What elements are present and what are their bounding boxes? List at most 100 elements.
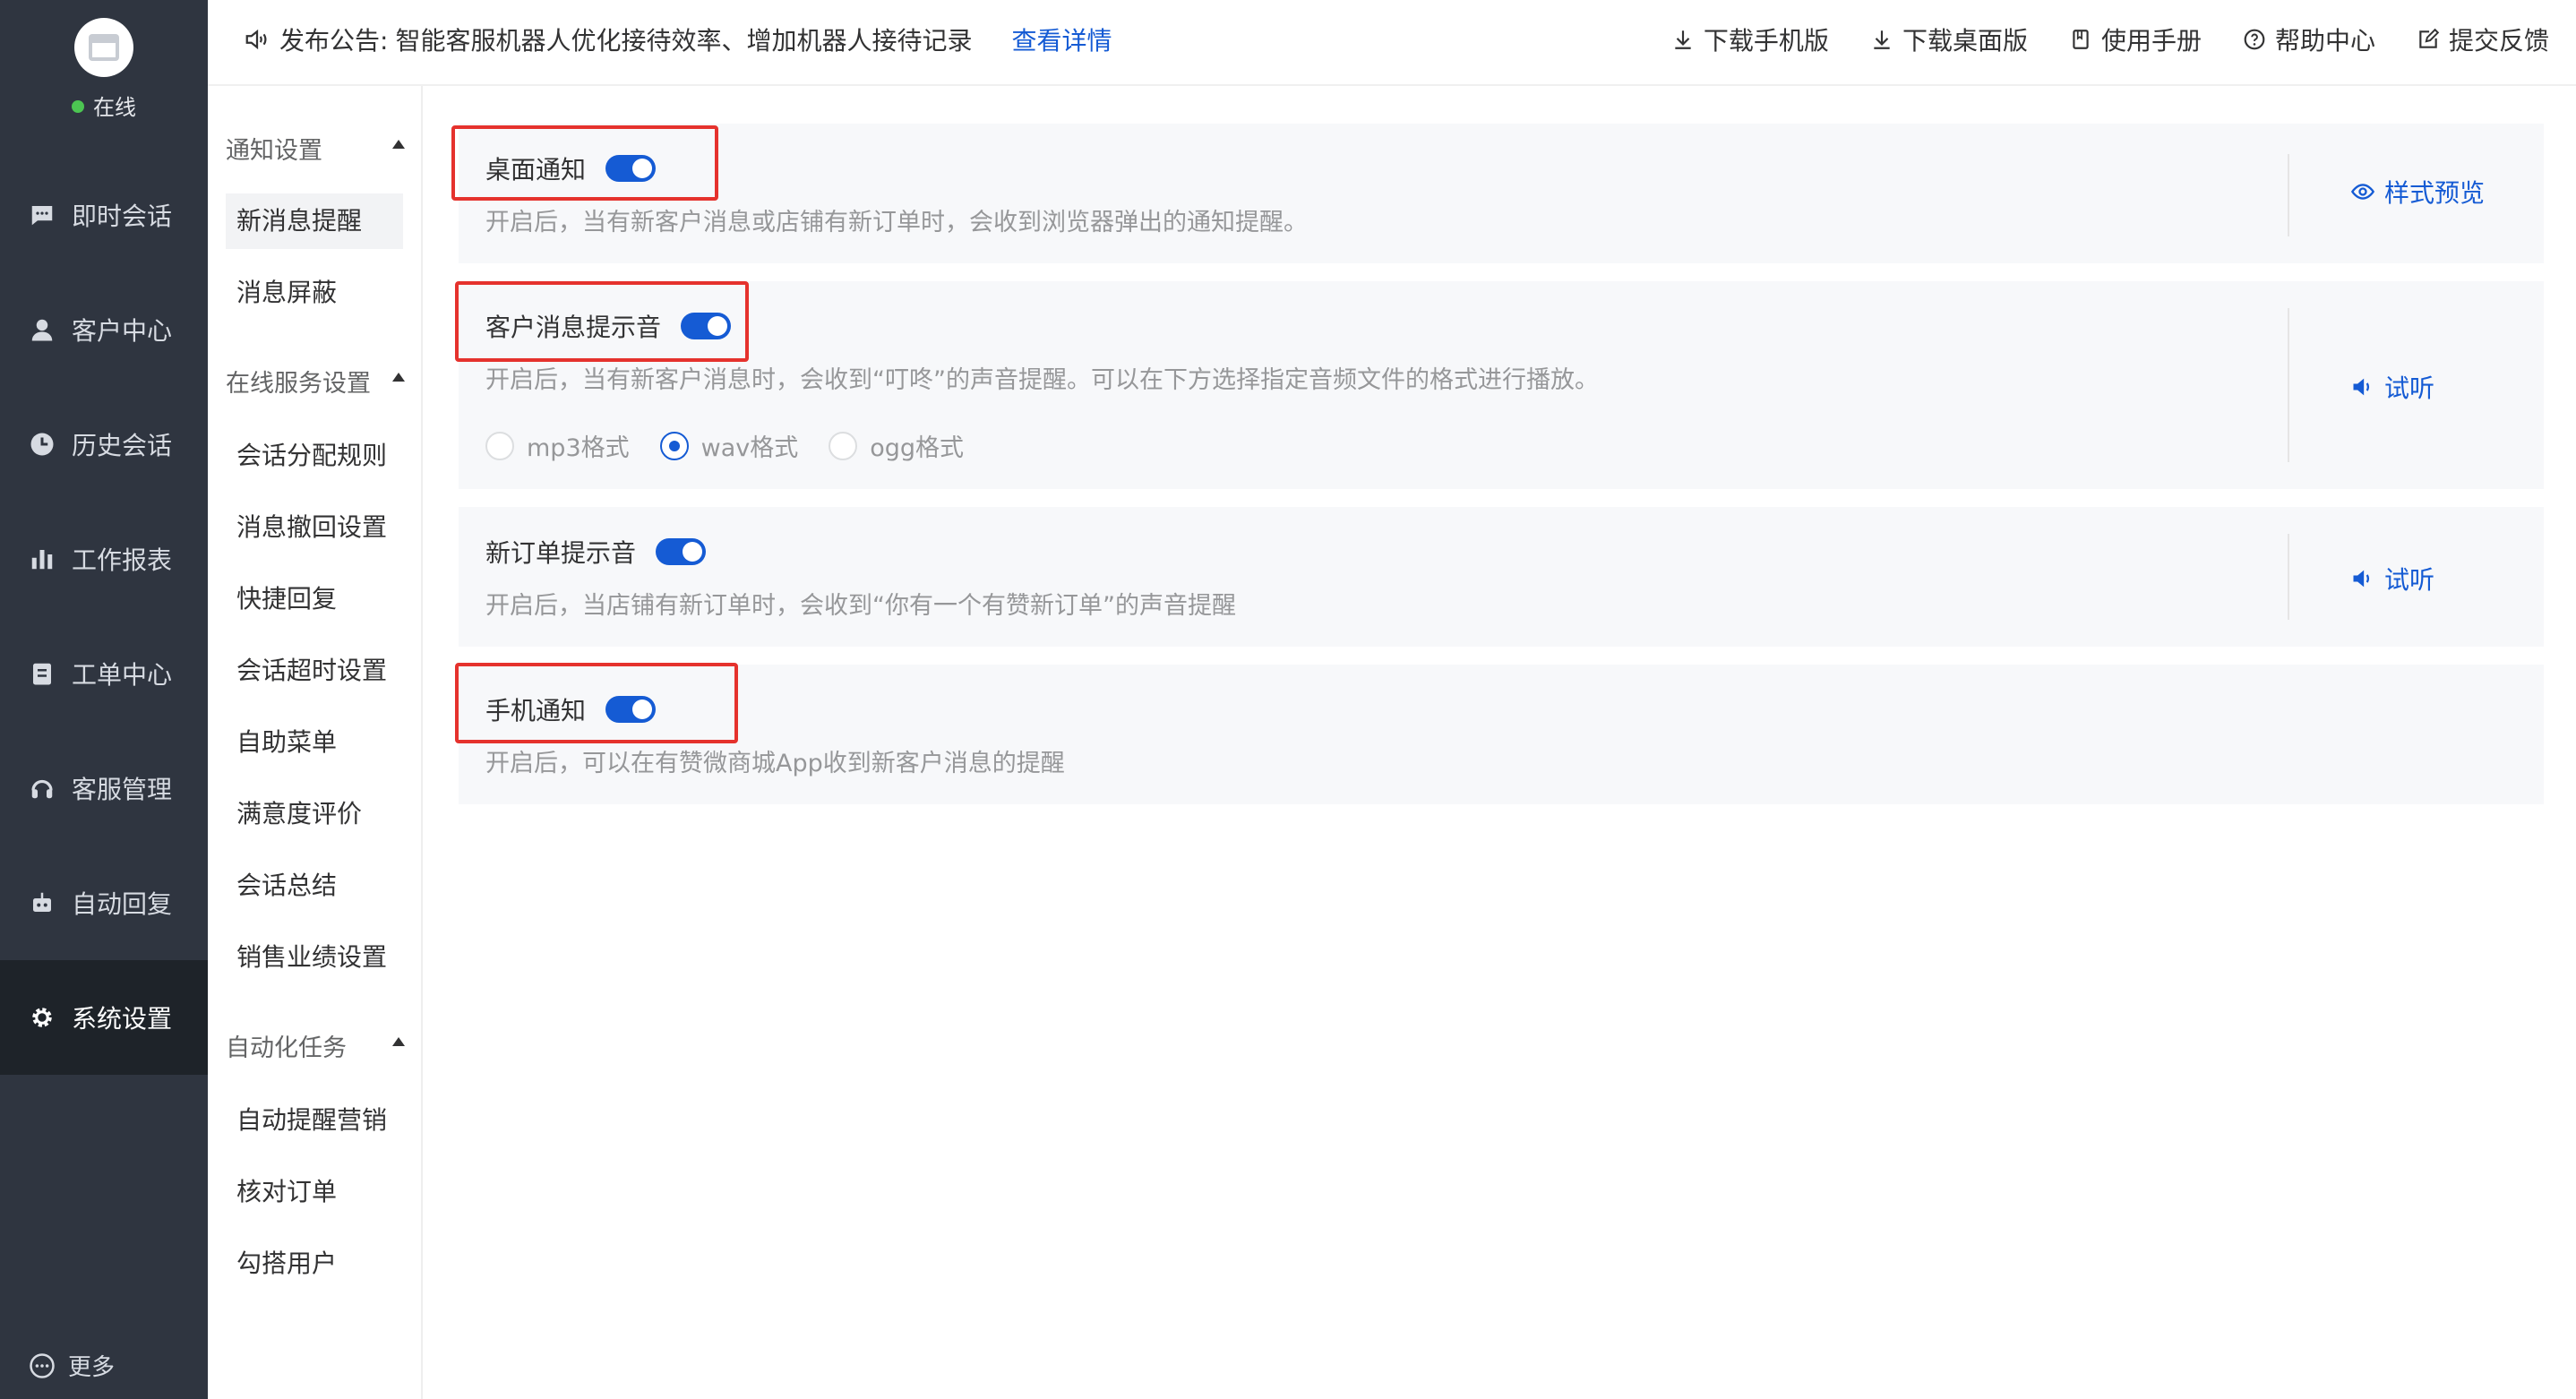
format-radio-mp3[interactable]: mp3格式 bbox=[485, 428, 630, 463]
download-mobile-link[interactable]: 下载手机版 bbox=[1671, 21, 1829, 57]
caret-up-icon bbox=[392, 1037, 405, 1046]
nav-item-customers[interactable]: 客户中心 bbox=[0, 272, 208, 387]
subnav-item-quick-reply[interactable]: 快捷回复 bbox=[226, 571, 403, 627]
subnav-item-auto-marketing[interactable]: 自动提醒营销 bbox=[226, 1093, 403, 1148]
link-label: 帮助中心 bbox=[2274, 26, 2375, 56]
radio-label: mp3格式 bbox=[527, 434, 630, 462]
store-icon bbox=[89, 34, 119, 61]
settings-subnav: 通知设置 新消息提醒 消息屏蔽 在线服务设置 会话分配规则 消息撤回设置 快捷回… bbox=[208, 86, 423, 1399]
nav-item-staff[interactable]: 客服管理 bbox=[0, 731, 208, 845]
announcement: 发布公告: 智能客服机器人优化接待效率、增加机器人接待记录 查看详情 bbox=[244, 21, 1112, 57]
order-sound-toggle[interactable] bbox=[656, 538, 707, 565]
format-radio-wav[interactable]: wav格式 bbox=[659, 428, 799, 463]
download-icon bbox=[1874, 30, 1890, 49]
format-radio-ogg[interactable]: ogg格式 bbox=[829, 428, 964, 463]
feedback-link[interactable]: 提交反馈 bbox=[2417, 21, 2549, 57]
radio-label: ogg格式 bbox=[870, 434, 965, 462]
help-circle-icon bbox=[2244, 29, 2265, 50]
download-desktop-link[interactable]: 下载桌面版 bbox=[1870, 21, 2028, 57]
announcement-detail-link[interactable]: 查看详情 bbox=[1011, 21, 1112, 57]
listen-button-message[interactable]: 试听 bbox=[2350, 369, 2434, 405]
nav-label: 客服管理 bbox=[72, 775, 173, 804]
subnav-item-sales-performance[interactable]: 销售业绩设置 bbox=[226, 930, 403, 985]
nav-label: 工单中心 bbox=[72, 660, 173, 690]
group-automation[interactable]: 自动化任务 bbox=[226, 1028, 405, 1064]
announcement-text: 智能客服机器人优化接待效率、增加机器人接待记录 bbox=[395, 26, 973, 56]
radio-circle bbox=[485, 431, 514, 460]
top-bar: 发布公告: 智能客服机器人优化接待效率、增加机器人接待记录 查看详情 下载手机版… bbox=[208, 0, 2576, 86]
caret-up-icon bbox=[392, 140, 405, 149]
clipboard-icon bbox=[29, 660, 56, 687]
card-desktop-notification: 桌面通知 开启后，当有新客户消息或店铺有新订单时，会收到浏览器弹出的通知提醒。 … bbox=[459, 124, 2544, 263]
group-title-label: 在线服务设置 bbox=[226, 370, 371, 398]
action-label: 样式预览 bbox=[2384, 178, 2486, 208]
listen-button-order[interactable]: 试听 bbox=[2350, 561, 2434, 597]
audio-format-radio-group: mp3格式 wav格式 ogg格式 bbox=[485, 428, 994, 463]
subnav-item-session-summary[interactable]: 会话总结 bbox=[226, 858, 403, 914]
group-online-service-settings[interactable]: 在线服务设置 bbox=[226, 364, 405, 399]
help-center-link[interactable]: 帮助中心 bbox=[2243, 21, 2375, 57]
nav-item-history[interactable]: 历史会话 bbox=[0, 387, 208, 502]
more-label: 更多 bbox=[68, 1354, 116, 1381]
top-links: 下载手机版 下载桌面版 使用手册 帮助中心 提交反馈 bbox=[1630, 21, 2549, 57]
divider bbox=[2288, 534, 2289, 620]
nav-label: 历史会话 bbox=[72, 431, 173, 460]
announcement-prefix: 发布公告: bbox=[279, 26, 389, 56]
subnav-item-new-message-alert[interactable]: 新消息提醒 bbox=[226, 193, 403, 249]
subnav-item-satisfaction[interactable]: 满意度评价 bbox=[226, 786, 403, 842]
link-label: 提交反馈 bbox=[2448, 26, 2549, 56]
eye-icon bbox=[2350, 184, 2375, 200]
nav-item-chat[interactable]: 即时会话 bbox=[0, 158, 208, 272]
avatar[interactable] bbox=[74, 18, 133, 77]
group-notification-settings[interactable]: 通知设置 bbox=[226, 131, 405, 167]
subnav-item-self-service-menu[interactable]: 自助菜单 bbox=[226, 715, 403, 770]
subnav-item-recall-settings[interactable]: 消息撤回设置 bbox=[226, 500, 403, 555]
action-label: 试听 bbox=[2384, 373, 2435, 403]
status-label: 在线 bbox=[93, 95, 136, 120]
nav-label: 工作报表 bbox=[72, 545, 173, 575]
subnav-item-message-block[interactable]: 消息屏蔽 bbox=[226, 265, 403, 321]
status-dot bbox=[72, 100, 84, 113]
link-label: 下载手机版 bbox=[1703, 26, 1829, 56]
card-customer-message-sound: 客户消息提示音 开启后，当有新客户消息时，会收到“叮咚”的声音提醒。可以在下方选… bbox=[459, 281, 2544, 489]
robot-icon bbox=[29, 889, 56, 916]
user-icon bbox=[29, 316, 56, 343]
nav-label: 客户中心 bbox=[72, 316, 173, 346]
style-preview-button[interactable]: 样式预览 bbox=[2350, 174, 2485, 210]
clock-icon bbox=[29, 431, 56, 458]
subnav-item-engage-users[interactable]: 勾搭用户 bbox=[226, 1236, 403, 1292]
volume-icon bbox=[2353, 570, 2370, 588]
headset-icon bbox=[29, 775, 56, 802]
download-icon bbox=[1675, 30, 1691, 49]
more-button[interactable]: 更多 bbox=[29, 1349, 115, 1382]
action-label: 试听 bbox=[2384, 565, 2435, 595]
nav-item-settings[interactable]: 系统设置 bbox=[0, 960, 208, 1075]
subnav-item-timeout-settings[interactable]: 会话超时设置 bbox=[226, 643, 403, 699]
gear-icon bbox=[29, 1004, 56, 1031]
caret-up-icon bbox=[392, 373, 405, 382]
group-title-label: 自动化任务 bbox=[226, 1034, 347, 1062]
highlight-box-sound bbox=[455, 281, 749, 362]
nav-item-reports[interactable]: 工作报表 bbox=[0, 502, 208, 616]
subnav-item-assignment-rules[interactable]: 会话分配规则 bbox=[226, 428, 403, 484]
nav-item-autoreply[interactable]: 自动回复 bbox=[0, 845, 208, 960]
online-status[interactable]: 在线 bbox=[0, 90, 208, 121]
divider bbox=[2288, 154, 2289, 236]
highlight-box-desktop bbox=[451, 125, 718, 201]
group-title-label: 通知设置 bbox=[226, 137, 322, 165]
link-label: 下载桌面版 bbox=[1902, 26, 2028, 56]
nav-item-tickets[interactable]: 工单中心 bbox=[0, 616, 208, 731]
highlight-box-mobile bbox=[455, 663, 738, 743]
manual-link[interactable]: 使用手册 bbox=[2069, 21, 2202, 57]
subnav-item-check-orders[interactable]: 核对订单 bbox=[226, 1164, 403, 1220]
card-mobile-notification: 手机通知 开启后，可以在有赞微商城App收到新客户消息的提醒 bbox=[459, 665, 2544, 804]
volume-icon bbox=[2353, 378, 2370, 396]
nav-label: 系统设置 bbox=[72, 1004, 173, 1034]
speaker-icon bbox=[245, 29, 267, 50]
radio-label: wav格式 bbox=[700, 434, 799, 462]
link-label: 使用手册 bbox=[2100, 26, 2202, 56]
divider bbox=[2288, 308, 2289, 462]
radio-circle bbox=[659, 431, 689, 460]
card-description: 开启后，当有新客户消息或店铺有新订单时，会收到浏览器弹出的通知提醒。 bbox=[485, 209, 1308, 236]
card-title-label: 新订单提示音 bbox=[485, 538, 637, 568]
